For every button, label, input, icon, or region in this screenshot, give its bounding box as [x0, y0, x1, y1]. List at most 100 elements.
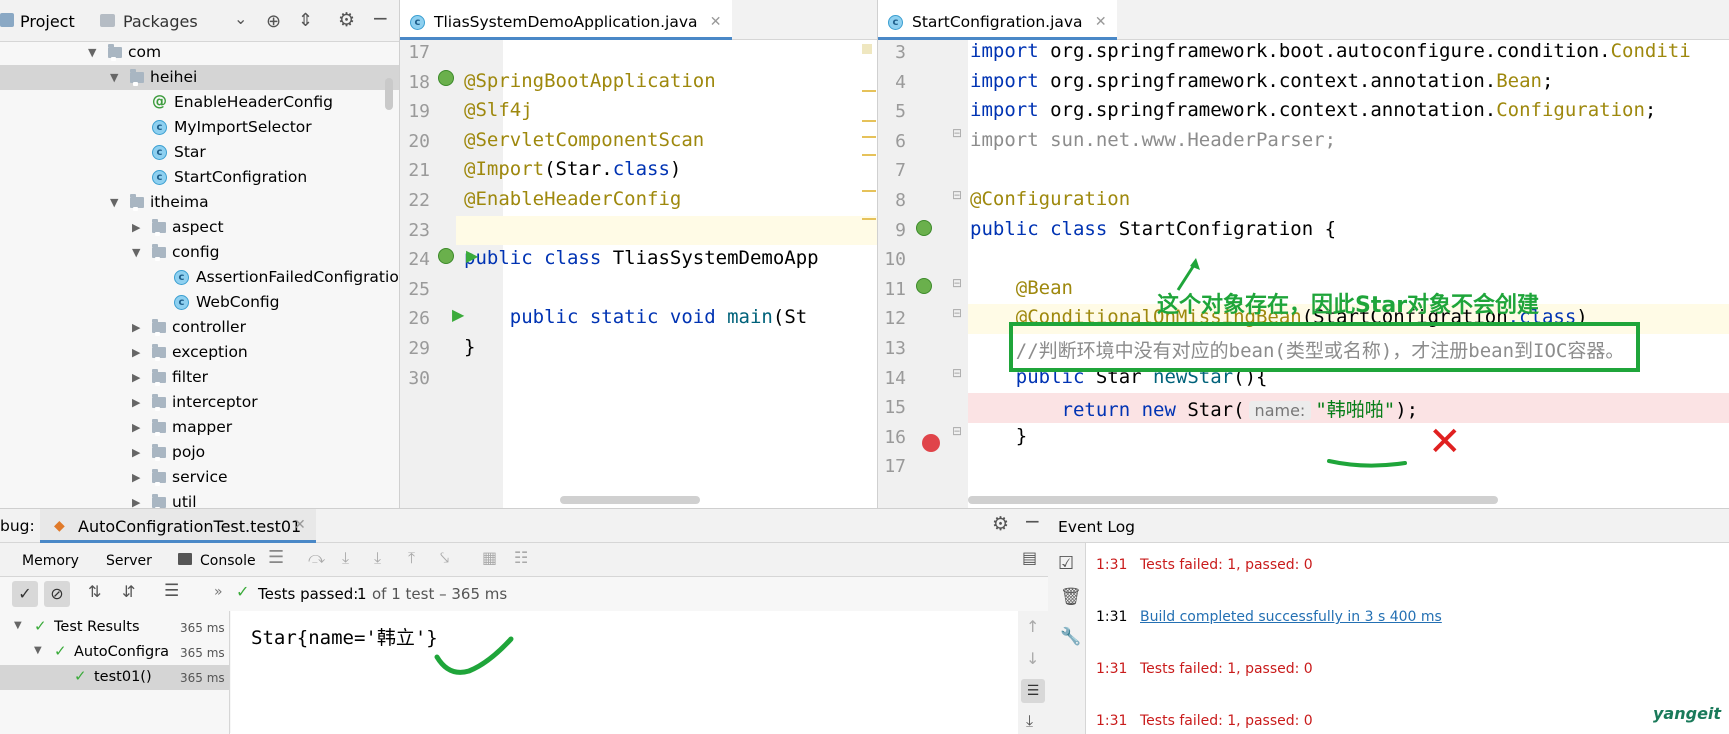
force-step-into-icon[interactable]: ⤓ [374, 548, 381, 568]
breakpoint-icon[interactable] [922, 434, 940, 452]
trash-icon[interactable]: 🗑 [1060, 587, 1082, 607]
show-ignored-toggle[interactable]: ⊘ [44, 581, 70, 607]
tab-packages[interactable]: Packages [123, 12, 198, 31]
collapsed-arrow-icon[interactable]: ▶ [132, 390, 144, 415]
fold-icon[interactable]: ⊟ [952, 126, 962, 140]
tree-item[interactable]: c StartConfigration [0, 165, 399, 190]
subtab-server[interactable]: Server [106, 553, 152, 569]
tree-item[interactable]: @ EnableHeaderConfig [0, 90, 399, 115]
gear-icon[interactable]: ⚙ [992, 513, 1009, 535]
run-icon[interactable]: ▶ [466, 246, 478, 265]
tree-item[interactable]: c Star [0, 140, 399, 165]
gear-icon[interactable]: ⚙ [338, 9, 355, 31]
menu-icon[interactable]: ☰ [268, 547, 284, 568]
tree-item[interactable]: c MyImportSelector [0, 115, 399, 140]
soft-wrap-icon[interactable]: ☰ [1021, 679, 1045, 703]
show-passed-toggle[interactable]: ✓ [12, 581, 38, 607]
fold-icon[interactable]: ⊟ [952, 306, 962, 320]
code-area[interactable]: 3 import org.springframework.boot.autocon… [878, 40, 1729, 508]
fold-icon[interactable]: ⊟ [952, 424, 962, 438]
tree-item[interactable]: ▼ itheima [0, 190, 399, 215]
fold-icon[interactable]: ⊟ [952, 276, 962, 290]
expanded-arrow-icon[interactable]: ▼ [132, 240, 144, 265]
subtab-memory[interactable]: Memory [22, 553, 79, 569]
expanded-arrow-icon[interactable]: ▼ [110, 65, 122, 90]
run-to-cursor-icon[interactable]: ⤥ [440, 548, 449, 568]
test-tree-item[interactable]: ▼ ✓ Test Results 365 ms [0, 615, 229, 640]
close-icon[interactable]: ✕ [710, 0, 722, 44]
minimize-icon[interactable]: − [372, 6, 389, 30]
expanded-arrow-icon[interactable]: ▼ [34, 645, 42, 656]
spring-bean-gutter-icon[interactable] [916, 220, 932, 236]
trace-icon[interactable]: ☷ [514, 548, 528, 567]
collapsed-arrow-icon[interactable]: ▶ [132, 490, 144, 508]
step-out-icon[interactable]: ⤒ [408, 548, 415, 568]
tab-tliassystemdemoapplication[interactable]: c TliasSystemDemoApplication.java ✕ [400, 0, 732, 40]
expanded-arrow-icon[interactable]: ▼ [88, 40, 100, 65]
step-over-icon[interactable]: ⤼ [308, 548, 325, 568]
horizontal-scrollbar[interactable] [968, 496, 1498, 504]
fold-icon[interactable]: ⊟ [952, 188, 962, 202]
tree-item[interactable]: ▶ aspect [0, 215, 399, 240]
collapsed-arrow-icon[interactable]: ▶ [132, 365, 144, 390]
tab-startconfigration[interactable]: c StartConfigration.java ✕ [878, 0, 1117, 40]
spring-gutter-icon[interactable] [438, 248, 454, 264]
tree-item[interactable]: ▶ controller [0, 315, 399, 340]
tree-item[interactable]: c AssertionFailedConfigration [0, 265, 399, 290]
collapsed-arrow-icon[interactable]: ▶ [132, 465, 144, 490]
subtab-console[interactable]: Console [200, 553, 256, 569]
tree-item[interactable]: ▶ pojo [0, 440, 399, 465]
expand-all-icon[interactable]: ☰ [164, 581, 179, 601]
tree-item[interactable]: ▼ config [0, 240, 399, 265]
tree-item[interactable]: c WebConfig [0, 290, 399, 315]
tree-item[interactable]: ▶ util [0, 490, 399, 508]
scrollbar[interactable] [385, 78, 393, 110]
expanded-arrow-icon[interactable]: ▼ [110, 190, 122, 215]
tree-item[interactable]: ▶ interceptor [0, 390, 399, 415]
up-icon[interactable]: ↑ [1026, 617, 1039, 636]
chevron-down-icon[interactable]: ⌄ [234, 9, 247, 28]
minimize-icon[interactable]: − [1024, 509, 1041, 533]
run-icon[interactable]: ▶ [452, 305, 464, 324]
tree-item[interactable]: ▼ com [0, 40, 399, 65]
collapsed-arrow-icon[interactable]: ▶ [132, 440, 144, 465]
collapsed-arrow-icon[interactable]: ▶ [132, 315, 144, 340]
class-icon: c [152, 170, 167, 185]
spring-bean-gutter-icon[interactable] [916, 278, 932, 294]
debug-session-tab[interactable]: ◆ AutoConfigrationTest.test01 ✕ [40, 509, 316, 543]
close-icon[interactable]: ✕ [294, 517, 306, 533]
collapsed-arrow-icon[interactable]: ▶ [132, 215, 144, 240]
step-into-icon[interactable]: ⤓ [342, 548, 349, 568]
down-icon[interactable]: ↓ [1026, 649, 1039, 668]
horizontal-scrollbar[interactable] [560, 496, 700, 504]
evaluate-icon[interactable]: ▦ [482, 548, 497, 567]
collapsed-arrow-icon[interactable]: ▶ [132, 340, 144, 365]
mark-read-icon[interactable]: ☑ [1058, 553, 1074, 574]
code-area[interactable]: 17 18 @SpringBootApplication 19 @Slf4j 20 @Ser… [400, 40, 877, 508]
sort-alpha-icon[interactable]: ⇅ [88, 582, 101, 601]
tree-item[interactable]: ▶ exception [0, 340, 399, 365]
tab-project[interactable]: Project [20, 12, 75, 31]
scroll-end-icon[interactable]: ⤓ [1026, 711, 1033, 731]
package-icon [152, 369, 166, 386]
layout-icon[interactable]: ▤ [1022, 548, 1037, 567]
sort-duration-icon[interactable]: ⇵ [122, 582, 135, 601]
collapse-icon[interactable]: ⇕ [298, 10, 313, 31]
fold-icon[interactable]: ⊟ [952, 366, 962, 380]
event-link[interactable]: Build completed successfully in 3 s 400 … [1140, 609, 1442, 625]
more-icon[interactable]: » [214, 584, 223, 600]
tree-item[interactable]: ▶ service [0, 465, 399, 490]
spring-gutter-icon[interactable] [438, 70, 454, 86]
code-token: TliasSystemDemoApp [612, 247, 819, 270]
crosshair-icon[interactable]: ⊕ [266, 11, 281, 32]
tree-item[interactable]: ▼ heihei [0, 65, 399, 90]
tree-item[interactable]: ▶ mapper [0, 415, 399, 440]
console-output[interactable]: Star{name='韩立'} [231, 611, 1018, 734]
close-icon[interactable]: ✕ [1095, 0, 1107, 44]
wrench-icon[interactable]: 🔧 [1060, 627, 1081, 647]
collapsed-arrow-icon[interactable]: ▶ [132, 415, 144, 440]
test-tree-item[interactable]: ✓ test01() 365 ms [0, 665, 229, 690]
expanded-arrow-icon[interactable]: ▼ [14, 620, 22, 631]
test-tree-item[interactable]: ▼ ✓ AutoConfigra 365 ms [0, 640, 229, 665]
tree-item[interactable]: ▶ filter [0, 365, 399, 390]
